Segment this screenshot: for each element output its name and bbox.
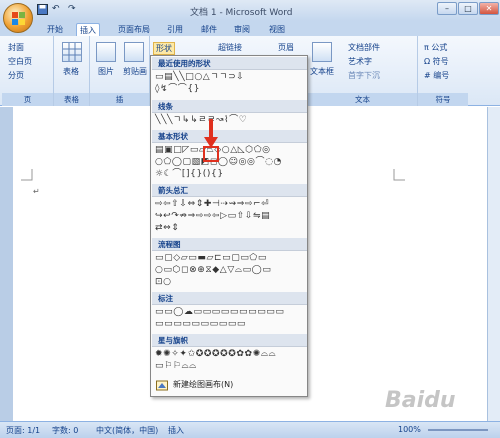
insert-mode-indicator[interactable]: 插入 [168,425,184,436]
shape-row[interactable]: ▭▭◯☁▭▭▭▭▭▭▭▭▭▭ [155,307,285,318]
crop-mark-icon [393,169,405,181]
section-recent-shapes: 最近使用的形状 [152,57,307,70]
paragraph-mark-icon: ↵ [33,187,40,196]
minimize-button[interactable]: – [437,2,457,15]
status-bar: 页面: 1/1 字数: 0 中文(简体，中国) 插入 100% [0,421,500,438]
shape-row[interactable]: ▭▢◇▱▭▬⏥⊏▭▢▭⬠▭ [155,253,267,264]
tab-page-layout[interactable]: 页面布局 [112,23,156,36]
textbox-button[interactable]: 文本框 [310,66,334,77]
wordart-button[interactable]: 艺术字 [348,56,372,67]
header-button[interactable]: 页眉 [278,42,294,53]
table-icon [62,42,82,62]
shape-row[interactable]: ╲╲╲ㄱ↳↳ㄹㄹ↝⌇⌒♡ [155,115,247,126]
quick-parts-button[interactable]: 文档部件 [348,42,380,53]
shape-row[interactable]: ○▭⬡◻⊗⊕⧖◆△▽⌓▭◯▭ [155,265,271,276]
save-icon[interactable] [37,4,48,17]
pages-group-label: 页 [2,93,53,106]
illustrations-group: 图片 剪贴画 插 [90,36,150,106]
new-drawing-canvas-label: 新建绘图画布(N) [173,380,234,389]
shape-row[interactable]: ⊡○ [155,277,172,288]
pages-group: 封面 空白页 分页 页 [2,36,54,106]
page-indicator[interactable]: 页面: 1/1 [6,425,40,436]
tab-home[interactable]: 开始 [44,23,66,36]
drawing-canvas-icon [156,380,168,391]
section-basic-shapes: 基本形状 [152,130,307,143]
page-break-button[interactable]: 分页 [8,70,24,81]
word-count[interactable]: 字数: 0 [52,425,78,436]
redo-button[interactable]: ↷ [68,4,76,17]
section-callouts: 标注 [152,292,307,305]
drop-cap-button[interactable]: 首字下沉 [348,70,380,81]
tab-insert[interactable]: 插入 [76,23,100,36]
shape-row[interactable]: ⇨⇦⇧⇩⇔⇕✚⊣⇢⇝⇒⇨⌐⏎ [155,199,269,210]
zoom-level[interactable]: 100% [398,425,421,434]
tab-review[interactable]: 审阅 [231,23,253,36]
blank-page-button[interactable]: 空白页 [8,56,32,67]
shape-row[interactable]: ◊↯⌒⌒{} [155,84,200,95]
language-indicator[interactable]: 中文(简体，中国) [96,425,158,436]
clipart-button[interactable]: 剪贴画 [123,66,147,77]
shape-row[interactable]: ↪↩↷⇏⇒⇨⇨⇦▷▭⇧⇩⇋▤ [155,211,270,222]
section-stars-banners: 星与旗帜 [152,334,307,347]
textbox-icon [312,42,332,62]
shape-row[interactable]: ⇄⇔⇕ [155,223,179,234]
zoom-slider[interactable] [428,429,488,431]
vertical-scrollbar[interactable] [487,107,500,421]
tab-references[interactable]: 引用 [164,23,186,36]
table-group-label: 表格 [54,93,89,106]
picture-button[interactable]: 图片 [98,66,114,77]
symbol-button[interactable]: Ω 符号 [424,56,449,67]
picture-icon [96,42,116,62]
text-group: 文本框 文档部件 艺术字 首字下沉 文本 [308,36,418,106]
new-drawing-canvas-item[interactable]: 新建绘图画布(N) [153,377,306,392]
symbols-group: π 公式 Ω 符号 # 编号 符号 [418,36,468,106]
red-arrow-annotation-icon [204,119,218,148]
cover-page-button[interactable]: 封面 [8,42,24,53]
shape-row[interactable]: ▭▭▭▭▭▭▭▭▭▭ [155,319,246,330]
office-button[interactable] [3,3,33,33]
clipart-icon [124,42,144,62]
close-button[interactable]: ✕ [479,2,499,15]
text-group-label: 文本 [308,93,417,106]
shape-row[interactable]: ▭▤╲╲□○△ㄱㄱ⊃⇩ [155,72,244,83]
hyperlink-button[interactable]: 超链接 [218,42,242,53]
numbering-button[interactable]: # 编号 [424,70,449,81]
undo-button[interactable]: ↶ [52,4,60,17]
window-title: 文档 1 - Microsoft Word [190,8,293,18]
section-flowchart: 流程图 [152,238,307,251]
crop-mark-icon [21,169,33,181]
table-button[interactable]: 表格 [63,66,79,77]
shape-row[interactable]: ✹✺✧✦✩✪✪✪✪✪✿✿✺⌓⌓ [155,349,276,360]
equation-button[interactable]: π 公式 [424,42,447,53]
shape-row[interactable]: ☼☾⌒[]{}(){} [155,169,224,180]
shapes-menu: 最近使用的形状 ▭▤╲╲□○△ㄱㄱ⊃⇩ ◊↯⌒⌒{} 线条 ╲╲╲ㄱ↳↳ㄹㄹ↝⌇… [150,55,308,397]
shapes-button[interactable]: 形状 [153,42,175,55]
symbols-group-label: 符号 [418,93,468,106]
table-group: 表格 表格 [54,36,90,106]
office-logo-icon [12,12,25,25]
shape-row[interactable]: ▭⚐⚐⌓⌓ [155,361,197,372]
title-bar: ↶ ↷ 文档 1 - Microsoft Word – □ ✕ [0,0,500,21]
ribbon-tab-strip: 开始 插入 页面布局 引用 邮件 审阅 视图 [0,21,500,36]
section-block-arrows: 箭头总汇 [152,184,307,197]
illustrations-group-label: 插 [90,93,149,106]
tab-mailings[interactable]: 邮件 [198,23,220,36]
section-lines: 线条 [152,100,307,113]
tab-view[interactable]: 视图 [266,23,288,36]
maximize-button[interactable]: □ [458,2,478,15]
watermark: Baidu [385,388,456,413]
